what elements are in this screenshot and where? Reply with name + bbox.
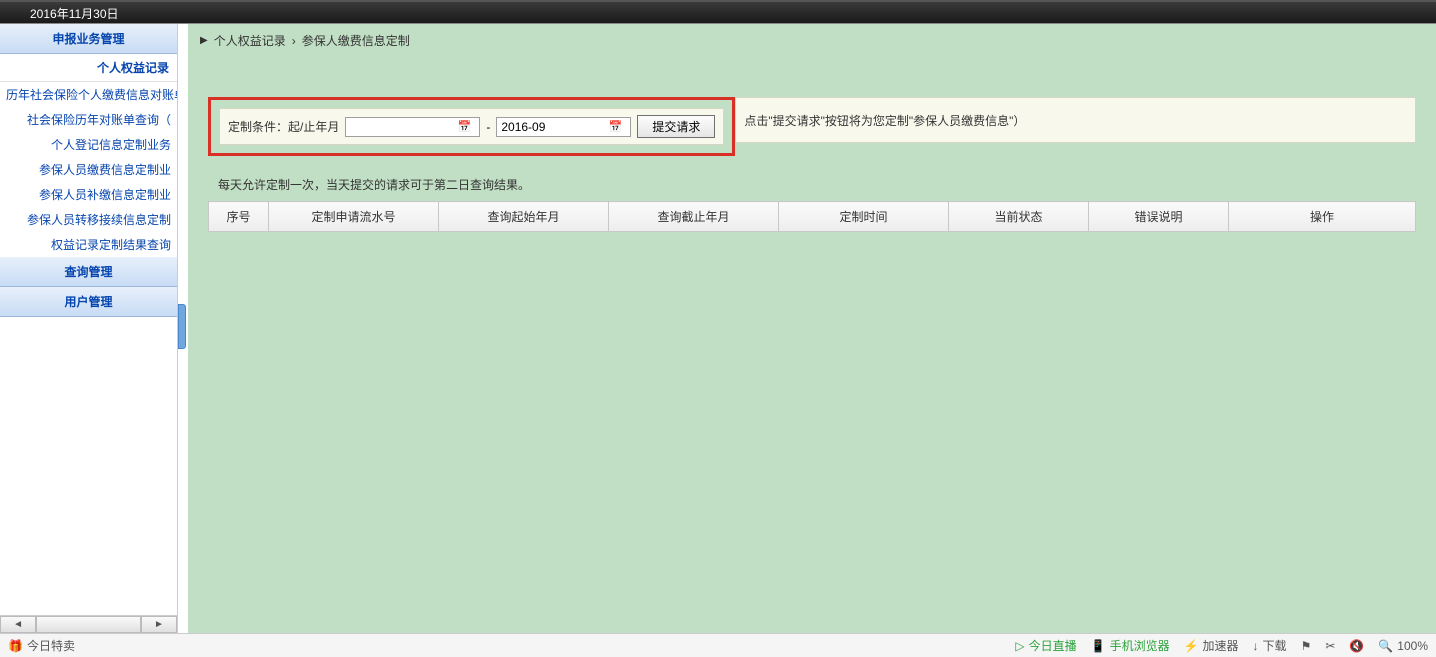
th-start: 查询起始年月 bbox=[439, 202, 609, 232]
top-date: 2016年11月30日 bbox=[30, 7, 119, 21]
table-header-row: 序号 定制申请流水号 查询起始年月 查询截止年月 定制时间 当前状态 错误说明 … bbox=[209, 202, 1416, 232]
form-label: 定制条件：起/止年月 bbox=[228, 118, 339, 135]
top-bar: 2016年11月30日 bbox=[0, 0, 1436, 24]
sidebar-item-4[interactable]: 参保人员补缴信息定制业 bbox=[0, 182, 177, 207]
content-area: ▶ 个人权益记录 › 参保人缴费信息定制 定制条件：起/止年月 📅 - bbox=[188, 24, 1436, 633]
calendar-icon[interactable]: 📅 bbox=[456, 119, 472, 135]
bottom-left: 🎁 今日特卖 bbox=[8, 637, 75, 654]
sidebar-item-5[interactable]: 参保人员转移接续信息定制 bbox=[0, 207, 177, 232]
results-table: 序号 定制申请流水号 查询起始年月 查询截止年月 定制时间 当前状态 错误说明 … bbox=[208, 201, 1416, 232]
zoom-label: 100% bbox=[1397, 639, 1428, 653]
sidebar-subsection-rights[interactable]: 个人权益记录 bbox=[0, 54, 177, 82]
mute-button[interactable]: 🔇 bbox=[1349, 639, 1364, 653]
note-text: 每天允许定制一次，当天提交的请求可于第二日查询结果。 bbox=[188, 156, 1436, 201]
gift-icon: 🎁 bbox=[8, 639, 23, 653]
form-row: 定制条件：起/止年月 📅 - 📅 提交请求 bbox=[219, 108, 724, 145]
sidebar-section-user[interactable]: 用户管理 bbox=[0, 287, 177, 317]
scroll-right-button[interactable]: ► bbox=[141, 616, 177, 633]
accel-label: 加速器 bbox=[1203, 637, 1239, 654]
live-label: 今日直播 bbox=[1029, 637, 1077, 654]
th-seq: 序号 bbox=[209, 202, 269, 232]
start-date-wrap: 📅 bbox=[345, 117, 480, 137]
live-button[interactable]: ▷ 今日直播 bbox=[1015, 637, 1076, 654]
zoom-control[interactable]: 🔍 100% bbox=[1378, 639, 1428, 653]
th-serial: 定制申请流水号 bbox=[269, 202, 439, 232]
end-date-input[interactable] bbox=[497, 118, 607, 136]
zoom-icon: 🔍 bbox=[1378, 639, 1393, 653]
sidebar-item-2[interactable]: 个人登记信息定制业务 bbox=[0, 132, 177, 157]
download-button[interactable]: ↓ 下载 bbox=[1253, 637, 1287, 654]
sidebar-scrollbar: ◄ ► bbox=[0, 615, 177, 633]
mobile-browser-button[interactable]: 📱 手机浏览器 bbox=[1091, 637, 1170, 654]
capture-button[interactable]: ✂ bbox=[1325, 639, 1335, 653]
splitter-handle[interactable] bbox=[178, 304, 186, 349]
date-dash: - bbox=[486, 120, 490, 134]
phone-icon: 📱 bbox=[1091, 639, 1106, 653]
end-date-wrap: 📅 bbox=[496, 117, 631, 137]
sidebar: 申报业务管理 个人权益记录 历年社会保险个人缴费信息对账单 社会保险历年对账单查… bbox=[0, 24, 178, 633]
th-time: 定制时间 bbox=[779, 202, 949, 232]
flag-button[interactable]: ⚑ bbox=[1301, 639, 1312, 653]
submit-button[interactable]: 提交请求 bbox=[637, 115, 715, 138]
sidebar-section-query[interactable]: 查询管理 bbox=[0, 257, 177, 287]
breadcrumb-sep: › bbox=[292, 34, 296, 48]
sidebar-item-3[interactable]: 参保人员缴费信息定制业 bbox=[0, 157, 177, 182]
sidebar-item-6[interactable]: 权益记录定制结果查询 bbox=[0, 232, 177, 257]
scroll-track[interactable] bbox=[36, 616, 141, 633]
download-label: 下载 bbox=[1263, 637, 1287, 654]
accelerator-button[interactable]: ⚡ 加速器 bbox=[1184, 637, 1239, 654]
table-wrap: 序号 定制申请流水号 查询起始年月 查询截止年月 定制时间 当前状态 错误说明 … bbox=[188, 201, 1436, 232]
th-action: 操作 bbox=[1229, 202, 1416, 232]
mobile-label: 手机浏览器 bbox=[1110, 637, 1170, 654]
sidebar-item-1[interactable]: 社会保险历年对账单查询（ bbox=[0, 107, 177, 132]
sidebar-inner: 申报业务管理 个人权益记录 历年社会保险个人缴费信息对账单 社会保险历年对账单查… bbox=[0, 24, 177, 615]
breadcrumb: ▶ 个人权益记录 › 参保人缴费信息定制 bbox=[188, 24, 1436, 57]
splitter bbox=[178, 24, 188, 633]
breadcrumb-arrow-icon: ▶ bbox=[200, 35, 208, 46]
form-highlight-box: 定制条件：起/止年月 📅 - 📅 提交请求 bbox=[208, 97, 735, 156]
sidebar-section-declare[interactable]: 申报业务管理 bbox=[0, 24, 177, 54]
play-icon: ▷ bbox=[1015, 639, 1024, 653]
bottom-right: ▷ 今日直播 📱 手机浏览器 ⚡ 加速器 ↓ 下载 ⚑ ✂ 🔇 🔍 100% bbox=[1015, 637, 1428, 654]
breadcrumb-item-2: 参保人缴费信息定制 bbox=[302, 32, 410, 49]
main-layout: 申报业务管理 个人权益记录 历年社会保险个人缴费信息对账单 社会保险历年对账单查… bbox=[0, 24, 1436, 633]
sidebar-item-0[interactable]: 历年社会保险个人缴费信息对账单 bbox=[0, 82, 177, 107]
download-icon: ↓ bbox=[1253, 639, 1259, 653]
scroll-left-button[interactable]: ◄ bbox=[0, 616, 36, 633]
today-sale[interactable]: 今日特卖 bbox=[27, 637, 75, 654]
breadcrumb-item-1: 个人权益记录 bbox=[214, 32, 286, 49]
lightning-icon: ⚡ bbox=[1184, 639, 1199, 653]
th-error: 错误说明 bbox=[1089, 202, 1229, 232]
bottom-status-bar: 🎁 今日特卖 ▷ 今日直播 📱 手机浏览器 ⚡ 加速器 ↓ 下载 ⚑ ✂ 🔇 🔍… bbox=[0, 633, 1436, 657]
form-hint-row: 点击"提交请求"按钮将为您定制"参保人员缴费信息"） bbox=[735, 97, 1416, 143]
start-date-input[interactable] bbox=[346, 118, 456, 136]
th-end: 查询截止年月 bbox=[609, 202, 779, 232]
form-panel: 定制条件：起/止年月 📅 - 📅 提交请求 点击" bbox=[188, 57, 1436, 156]
th-status: 当前状态 bbox=[949, 202, 1089, 232]
calendar-icon[interactable]: 📅 bbox=[607, 119, 623, 135]
form-hint: 点击"提交请求"按钮将为您定制"参保人员缴费信息"） bbox=[744, 112, 1025, 129]
